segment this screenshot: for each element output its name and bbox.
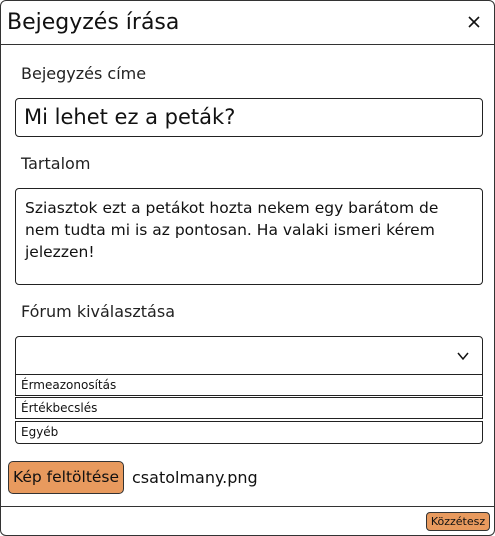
content-label: Tartalom (21, 154, 91, 173)
attachment-filename: csatolmany.png (132, 468, 258, 487)
forum-option-ertekbecsles[interactable]: Értékbecslés (15, 397, 483, 419)
post-title-label: Bejegyzés címe (21, 64, 147, 83)
chevron-down-icon (457, 352, 469, 361)
dialog-title: Bejegyzés írása (7, 10, 180, 35)
post-title-input[interactable]: Mi lehet ez a peták? (15, 98, 483, 137)
footer-divider (1, 506, 494, 507)
forum-option-egyeb[interactable]: Egyéb (15, 421, 483, 444)
publish-button[interactable]: Közzétesz (426, 512, 490, 531)
post-dialog: Bejegyzés írása Bejegyzés címe Mi lehet … (0, 0, 495, 536)
forum-select[interactable] (15, 336, 483, 375)
upload-image-button[interactable]: Kép feltöltése (8, 461, 124, 494)
close-icon (468, 16, 480, 28)
dialog-header: Bejegyzés írása (1, 1, 494, 45)
close-button[interactable] (464, 12, 484, 32)
forum-select-label: Fórum kiválasztása (21, 302, 175, 321)
forum-option-ermeazonositas[interactable]: Érmeazonosítás (15, 374, 483, 396)
content-textarea[interactable]: Sziasztok ezt a petákot hozta nekem egy … (15, 188, 483, 285)
